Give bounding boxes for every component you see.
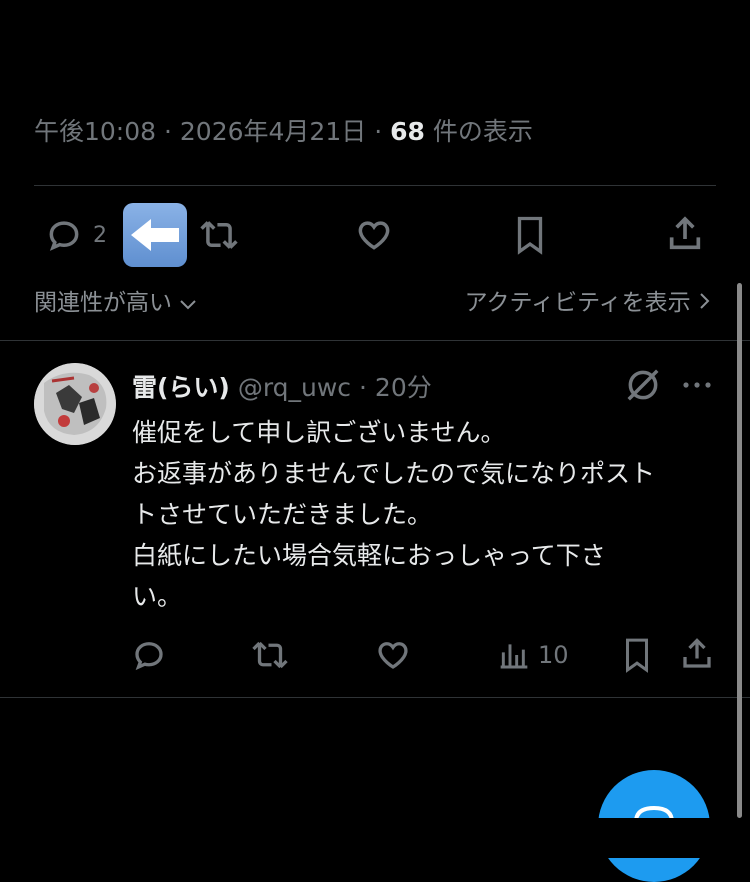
reply-icon [49,221,79,251]
show-activity-link[interactable]: アクティビティを表示 [465,283,710,317]
like-icon [358,221,390,250]
reply-icon [135,642,163,671]
grok-button[interactable] [624,366,662,404]
reply-line: お返事がありませんでしたので気になりポスト [132,459,656,488]
grok-icon [627,369,659,401]
avatar[interactable] [34,363,116,445]
left-arrow-icon [131,219,179,251]
reply-like-button[interactable] [374,637,412,673]
bookmark-icon [626,638,648,673]
reply-retweet-button[interactable] [250,637,290,673]
retweet-button[interactable] [198,216,240,254]
author-handle[interactable]: @rq_uwc [238,373,351,402]
retweet-icon [252,641,288,669]
analytics-icon [500,644,528,669]
reply-views-count: 10 [538,641,569,669]
reply-views-button[interactable]: 10 [498,638,569,672]
reply-line: トさせていただきました。 [132,500,433,529]
reply-text: 催促をして申し訳ございません。 お返事がありませんでしたので気になりポスト トさ… [132,412,707,617]
scrollbar[interactable] [737,283,742,818]
divider-replies [0,340,750,341]
retweet-icon [200,221,238,249]
share-icon [683,638,711,668]
author-name[interactable]: 雷(らい) [132,373,230,402]
more-options-button[interactable] [680,372,714,398]
more-icon [683,382,711,388]
tweet-timestamp-views: 午後10:08 · 2026年4月21日 · 68 件の表示 [34,117,533,146]
reply-count: 2 [93,222,107,248]
reply-reply-button[interactable] [131,637,167,673]
tweet-time: 午後10:08 [34,117,157,146]
views-count: 68 [390,117,425,146]
activity-label: アクティビティを表示 [464,290,691,316]
reply-bookmark-button[interactable] [620,636,654,674]
reply-line: 催促をして申し訳ございません。 [132,418,506,447]
reply-line: い。 [132,582,183,611]
like-icon [378,642,408,669]
reply-time: 20分 [374,373,432,402]
left-arrow-emoji [123,203,187,267]
reply-author-row: 雷(らい) @rq_uwc · 20分 [132,373,432,402]
sort-dropdown[interactable]: 関連性が高い [34,283,197,317]
reply-button[interactable]: 2 [45,216,107,254]
divider-top [34,185,716,186]
divider-bottom [0,697,750,698]
bookmark-icon [517,216,543,255]
chevron-right-icon [700,293,710,309]
like-button[interactable] [354,216,394,254]
bookmark-button[interactable] [512,214,548,256]
sort-label: 関連性が高い [34,290,172,316]
screen-bottom-edge [0,818,750,858]
tweet-date: 2026年4月21日 [179,117,367,146]
chevron-down-icon [180,300,197,310]
reply-line: 白紙にしたい場合気軽におっしゃって下さ [132,541,606,570]
reply-share-button[interactable] [679,636,715,672]
share-button[interactable] [665,214,705,254]
views-label: 件の表示 [432,117,533,146]
avatar-image [34,363,116,445]
share-icon [669,216,701,250]
